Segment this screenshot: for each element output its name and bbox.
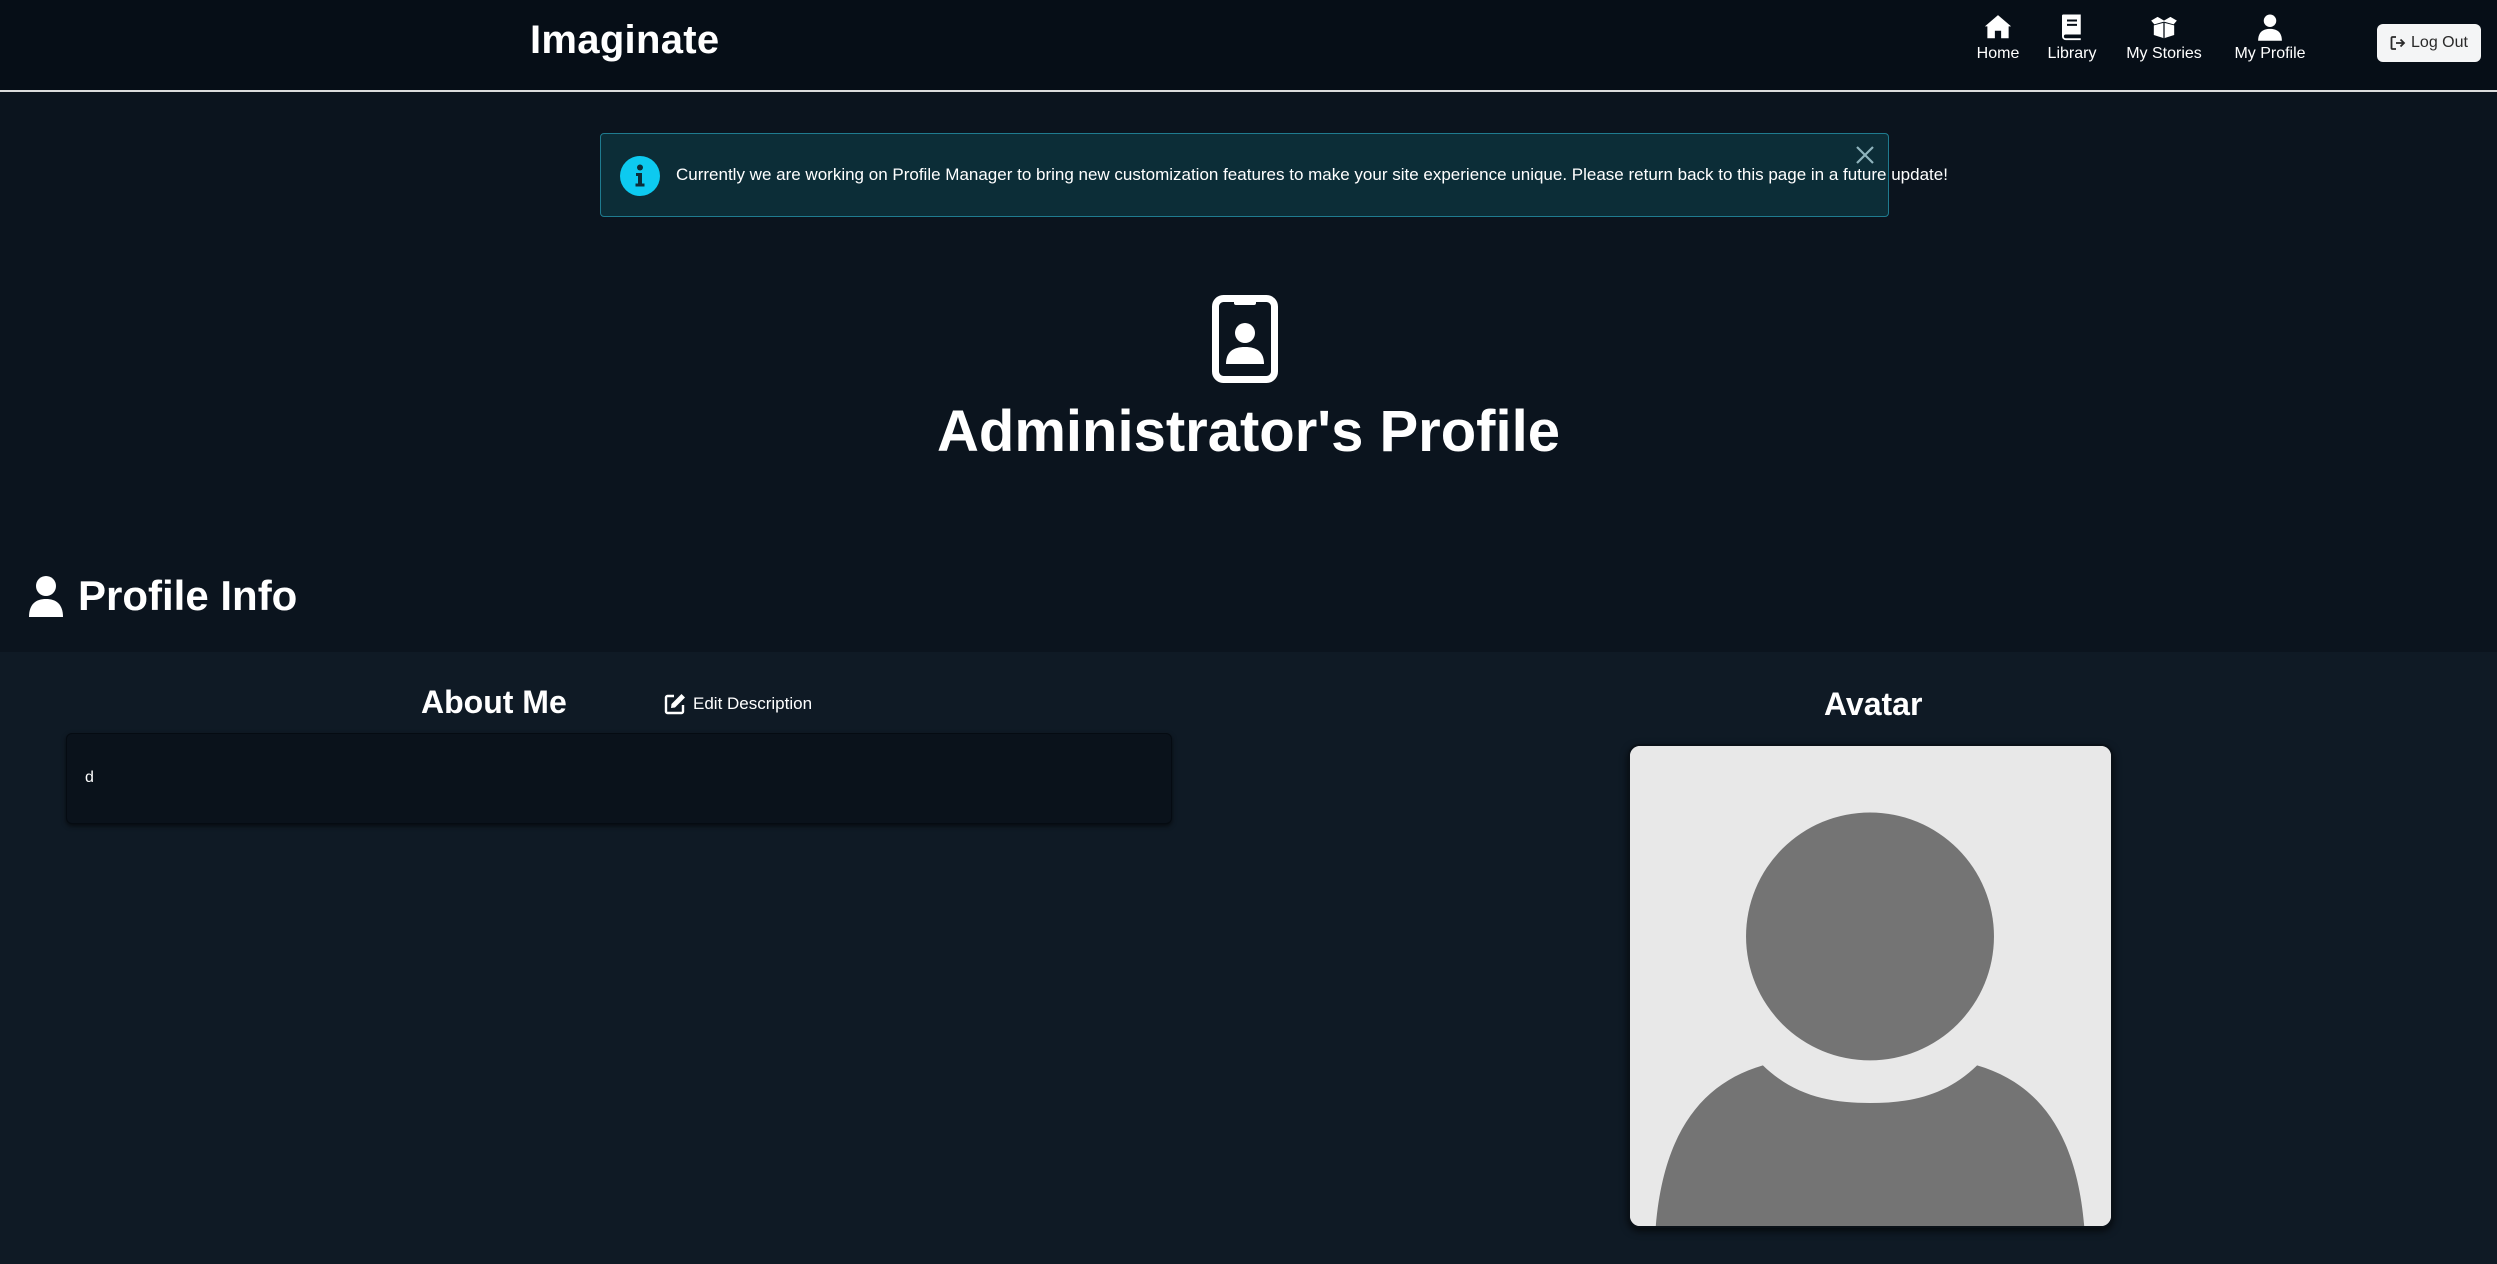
edit-description-button[interactable]: Edit Description — [663, 692, 812, 716]
close-icon[interactable] — [1854, 144, 1876, 166]
user-icon — [2258, 14, 2282, 41]
section-title: Profile Info — [78, 572, 298, 619]
book-icon — [2062, 14, 2081, 41]
id-badge-icon — [1212, 295, 1278, 383]
info-alert: Currently we are working on Profile Mana… — [600, 133, 1948, 217]
alert-message: Currently we are working on Profile Mana… — [676, 165, 1948, 184]
nav-item-library[interactable]: Library — [2044, 12, 2100, 63]
edit-description-label: Edit Description — [693, 694, 813, 713]
nav-item-label: Home — [1976, 45, 2020, 62]
user-icon — [29, 576, 63, 617]
logout-button[interactable]: Log Out — [2377, 24, 2481, 62]
nav-item-my-profile[interactable]: My Profile — [2230, 12, 2310, 63]
nav-item-label: Library — [2047, 45, 2097, 62]
default-avatar-icon — [1630, 746, 2111, 1226]
logout-label: Log Out — [2411, 34, 2468, 51]
nav-item-home[interactable]: Home — [1974, 12, 2022, 63]
avatar-image[interactable] — [1628, 744, 2113, 1228]
home-icon — [1984, 15, 2012, 39]
about-me-text: d — [85, 769, 94, 786]
sign-out-icon — [2390, 36, 2406, 50]
info-circle-icon — [620, 156, 660, 196]
nav-item-label: My Stories — [2126, 45, 2202, 62]
nav-item-my-stories[interactable]: My Stories — [2124, 12, 2204, 63]
profile-info-heading: Profile Info — [28, 572, 297, 620]
about-me-title: About Me — [421, 684, 567, 720]
edit-icon — [664, 694, 685, 715]
page-title: Administrator's Profile — [937, 399, 1560, 464]
about-me-box: d — [66, 733, 1172, 824]
nav-item-label: My Profile — [2234, 45, 2306, 62]
avatar-title: Avatar — [1824, 686, 1923, 722]
brand-logo[interactable]: Imaginate — [530, 18, 719, 63]
navbar: Imaginate Home Library My Stories My Pro… — [0, 0, 2497, 92]
box-open-icon — [2151, 16, 2177, 39]
